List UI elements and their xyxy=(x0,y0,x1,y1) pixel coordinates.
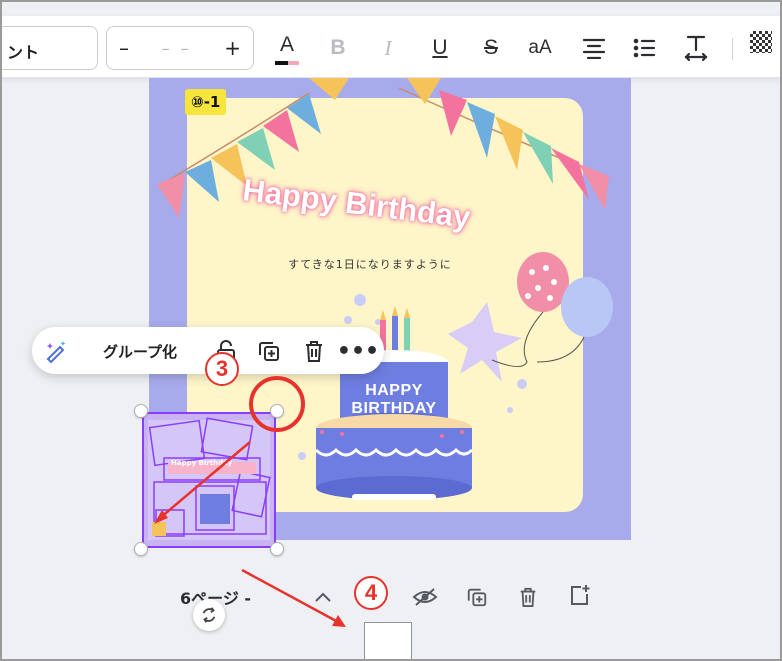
next-page-thumbnail[interactable] xyxy=(364,622,412,659)
add-page-icon xyxy=(571,585,590,605)
add-page-button[interactable] xyxy=(564,580,594,610)
annotation-highlight-circle xyxy=(249,376,305,432)
app-frame: ント – – – + A B I U S aA ⑩-1 Happy Birthd… xyxy=(0,0,782,661)
annotation-arrow-3 xyxy=(159,441,251,519)
duplicate-page-button[interactable] xyxy=(462,582,492,612)
annotation-overlay xyxy=(154,376,346,627)
rotate-button[interactable] xyxy=(193,599,225,631)
annotation-step-4: 4 xyxy=(354,576,388,610)
delete-page-button[interactable] xyxy=(513,582,543,612)
trash-icon xyxy=(520,587,536,607)
move-page-up-button[interactable] xyxy=(308,582,338,612)
rotate-icon xyxy=(202,607,216,623)
duplicate-page-icon xyxy=(467,588,487,607)
hide-page-button[interactable] xyxy=(410,582,440,612)
chevron-up-icon xyxy=(315,592,331,602)
eye-hidden-icon xyxy=(412,588,438,606)
